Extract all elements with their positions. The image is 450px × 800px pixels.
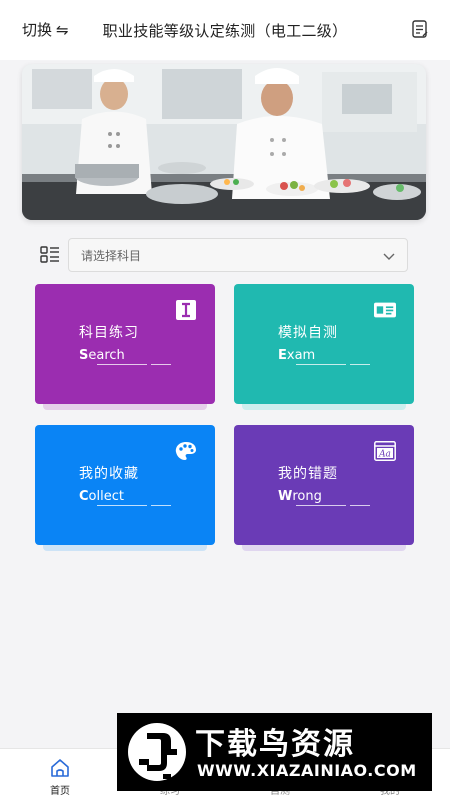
card-title: 我的错题: [278, 466, 338, 482]
card-body: 模拟自测 Exam: [234, 284, 414, 404]
card-underline-short: [350, 364, 370, 365]
card-subtitle: Collect: [79, 489, 124, 504]
id-card-icon: [374, 302, 396, 318]
home-icon: [51, 759, 69, 777]
card-subtitle: Exam: [278, 348, 316, 363]
card-underline: [296, 364, 346, 365]
card-title: 我的收藏: [79, 466, 139, 482]
watermark-banner: 下载鸟资源 WWW.XIAZAINIAO.COM: [117, 713, 432, 791]
watermark-url: WWW.XIAZAINIAO.COM: [197, 761, 417, 780]
card-title: 科目练习: [79, 325, 139, 341]
banner-image: [22, 64, 426, 220]
card-body: 科目练习 Search: [35, 284, 215, 404]
subject-select-placeholder: 请选择科目: [81, 248, 142, 263]
card-body: Aa 我的错题 Wrong: [234, 425, 414, 545]
my-favorites-card[interactable]: 我的收藏 Collect: [35, 425, 215, 551]
card-underline-short: [151, 364, 171, 365]
bird-logo-icon: [128, 723, 186, 781]
tab-home-label: 首页: [50, 786, 70, 797]
subject-practice-card[interactable]: 科目练习 Search: [35, 284, 215, 410]
chevron-down-icon: [383, 253, 395, 260]
subject-selector-row: 请选择科目: [40, 238, 410, 272]
card-underline: [97, 505, 147, 506]
card-underline: [296, 505, 346, 506]
mock-exam-card[interactable]: 模拟自测 Exam: [234, 284, 414, 410]
card-underline-short: [151, 505, 171, 506]
subject-select[interactable]: 请选择科目: [68, 238, 408, 272]
palette-icon: [175, 442, 196, 460]
card-body: 我的收藏 Collect: [35, 425, 215, 545]
page-title: 职业技能等级认定练测（电工二级）: [102, 22, 348, 40]
card-underline: [97, 364, 147, 365]
card-subtitle: Wrong: [278, 489, 322, 504]
document-icon[interactable]: [412, 20, 428, 38]
watermark-title: 下载鸟资源: [195, 727, 355, 762]
card-title: 模拟自测: [278, 325, 338, 341]
list-icon: [40, 246, 59, 263]
svg-text:Aa: Aa: [378, 450, 391, 460]
card-subtitle: Search: [79, 348, 125, 363]
wrong-questions-card[interactable]: Aa 我的错题 Wrong: [234, 425, 414, 551]
tab-home[interactable]: 首页: [30, 757, 90, 797]
app-header: 切换 ⇋ 职业技能等级认定练测（电工二级）: [0, 0, 450, 60]
text-cursor-icon: [176, 300, 196, 320]
card-underline-short: [350, 505, 370, 506]
font-window-icon: Aa: [374, 441, 396, 461]
